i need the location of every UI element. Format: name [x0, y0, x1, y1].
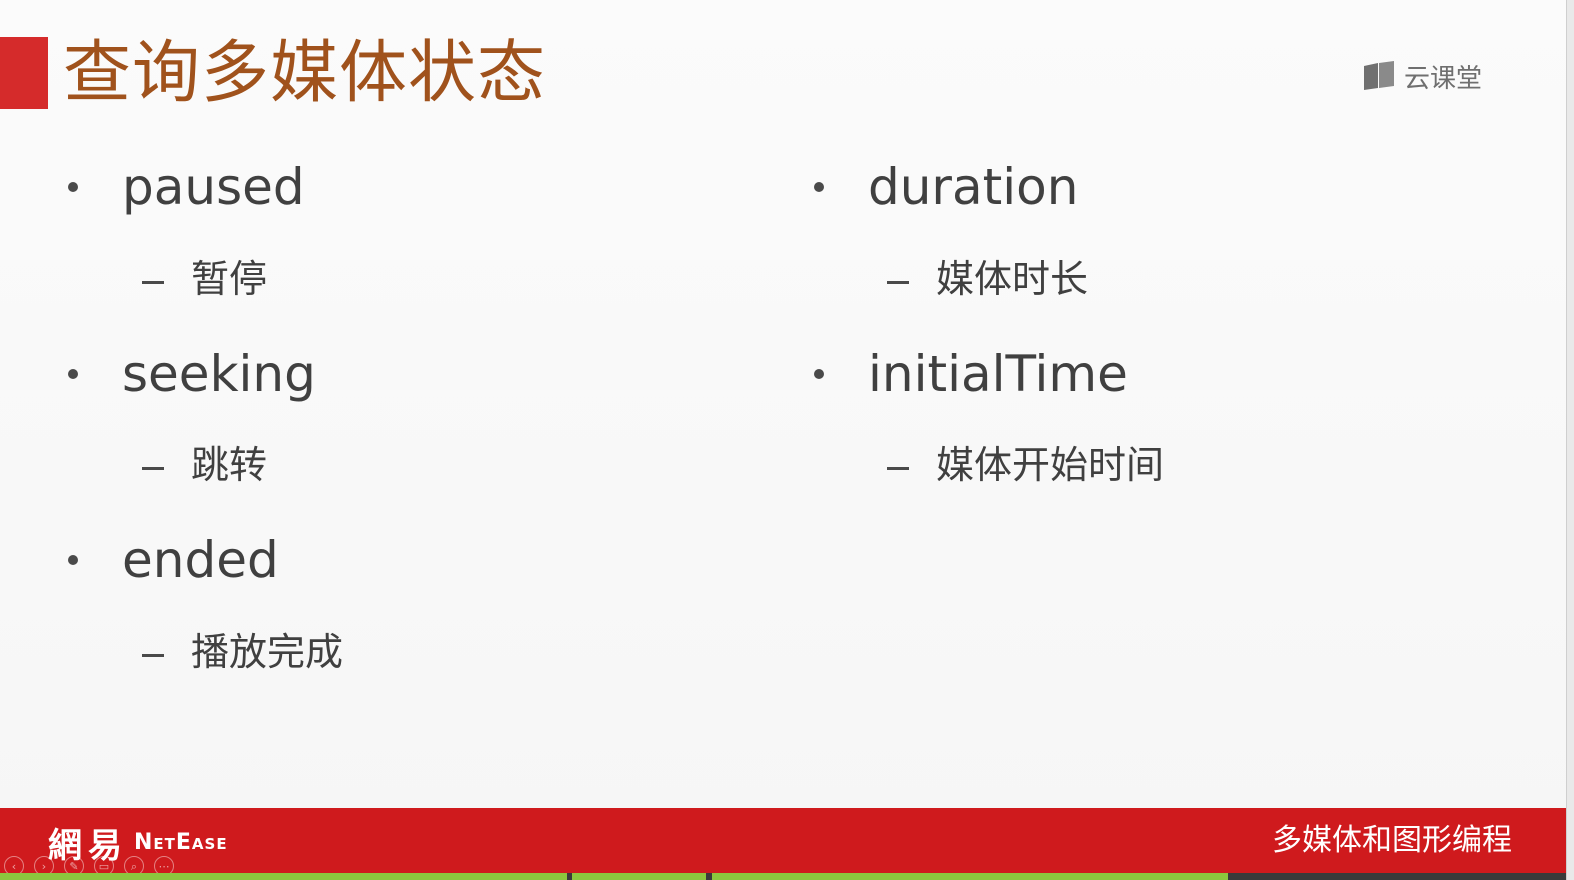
- progress-segment: [712, 873, 1228, 880]
- video-progress-bar[interactable]: [0, 873, 1566, 880]
- item-description: 播放完成: [191, 630, 344, 674]
- item-term: ended: [122, 531, 279, 589]
- bullet-icon: [68, 182, 78, 192]
- course-title: 多媒体和图形编程: [1272, 823, 1512, 858]
- dash-icon: [887, 281, 909, 284]
- footer-bar: 網易 NetEase 多媒体和图形编程: [0, 808, 1566, 873]
- title-accent-bar: [0, 37, 48, 109]
- item-description: 暂停: [191, 257, 268, 301]
- progress-segment: [0, 873, 567, 880]
- window-edge: [1566, 0, 1574, 880]
- bullet-icon: [814, 182, 824, 192]
- item-term: seeking: [122, 345, 316, 403]
- item-description: 跳转: [191, 443, 268, 487]
- item-description: 媒体时长: [936, 257, 1089, 301]
- bullet-icon: [814, 369, 824, 379]
- slide: 查询多媒体状态 云课堂 paused 暂停 seeking 跳转 ended 播…: [0, 0, 1566, 880]
- item-term: initialTime: [868, 345, 1128, 403]
- item-term: duration: [868, 158, 1079, 216]
- book-icon: [1364, 61, 1394, 90]
- slide-title: 查询多媒体状态: [63, 34, 547, 113]
- dash-icon: [887, 467, 909, 470]
- yunketang-logo: 云课堂: [1362, 58, 1482, 94]
- netease-logo-en: NetEase: [134, 830, 228, 855]
- dash-icon: [142, 467, 164, 470]
- dash-icon: [142, 654, 164, 657]
- item-term: paused: [122, 158, 305, 216]
- dash-icon: [142, 281, 164, 284]
- bullet-icon: [68, 369, 78, 379]
- item-description: 媒体开始时间: [936, 443, 1165, 487]
- progress-segment: [572, 873, 706, 880]
- brand-label: 云课堂: [1404, 63, 1483, 94]
- bullet-icon: [68, 555, 78, 565]
